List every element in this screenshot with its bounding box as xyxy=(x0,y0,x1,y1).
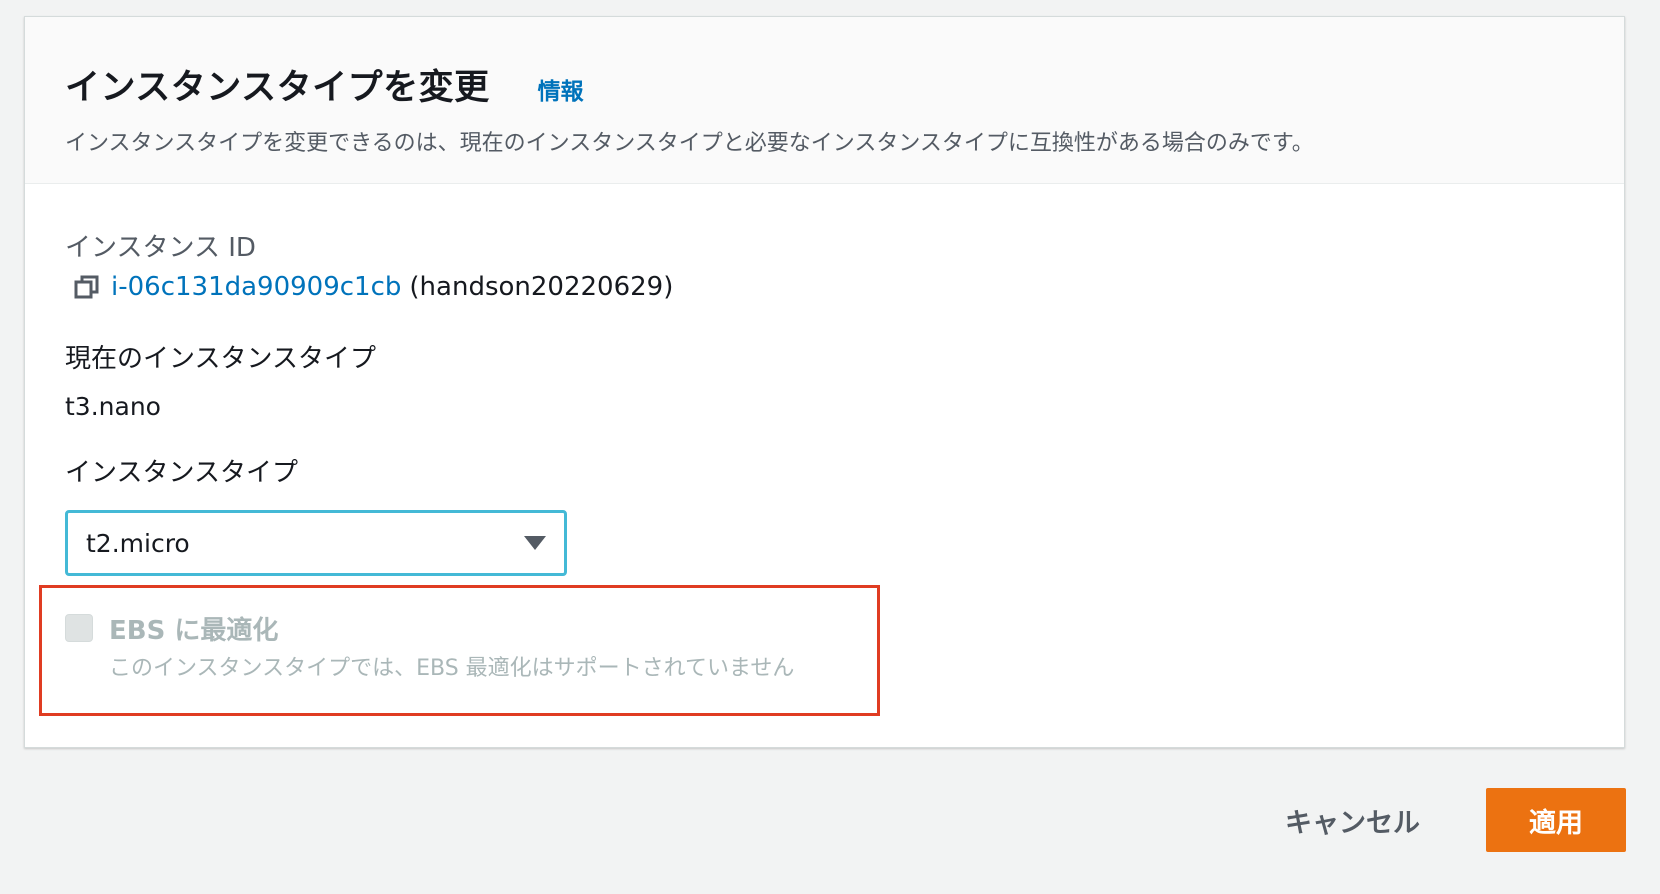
caret-down-icon xyxy=(524,536,546,550)
apply-button[interactable]: 適用 xyxy=(1486,788,1626,852)
info-link[interactable]: 情報 xyxy=(538,72,584,106)
page-description: インスタンスタイプを変更できるのは、現在のインスタンスタイプと必要なインスタンス… xyxy=(65,131,1314,156)
instance-id-label: インスタンス ID xyxy=(65,233,256,263)
panel-header: インスタンスタイプを変更 情報 インスタンスタイプを変更できるのは、現在のインス… xyxy=(25,17,1624,184)
footer-actions: キャンセル 適用 xyxy=(1279,788,1626,852)
current-instance-type-value: t3.nano xyxy=(65,392,161,421)
instance-id-link[interactable]: i-06c131da90909c1cb xyxy=(111,272,401,302)
copy-icon[interactable] xyxy=(73,273,101,301)
modify-instance-type-panel: インスタンスタイプを変更 情報 インスタンスタイプを変更できるのは、現在のインス… xyxy=(24,16,1625,748)
ebs-optimized-description: このインスタンスタイプでは、EBS 最適化はサポートされていません xyxy=(109,656,795,681)
ebs-optimized-checkbox[interactable] xyxy=(65,614,93,642)
instance-type-selected-value: t2.micro xyxy=(86,528,190,558)
instance-type-select[interactable]: t2.micro xyxy=(65,510,567,576)
title-row: インスタンスタイプを変更 情報 xyxy=(65,59,584,110)
cancel-button[interactable]: キャンセル xyxy=(1279,800,1426,841)
page-title: インスタンスタイプを変更 xyxy=(65,68,490,108)
instance-id-row: i-06c131da90909c1cb (handson20220629) xyxy=(73,272,673,302)
current-instance-type-label: 現在のインスタンスタイプ xyxy=(65,344,376,374)
ebs-optimized-label: EBS に最適化 xyxy=(109,616,279,646)
instance-name: (handson20220629) xyxy=(409,272,674,302)
instance-type-label: インスタンスタイプ xyxy=(65,458,298,488)
